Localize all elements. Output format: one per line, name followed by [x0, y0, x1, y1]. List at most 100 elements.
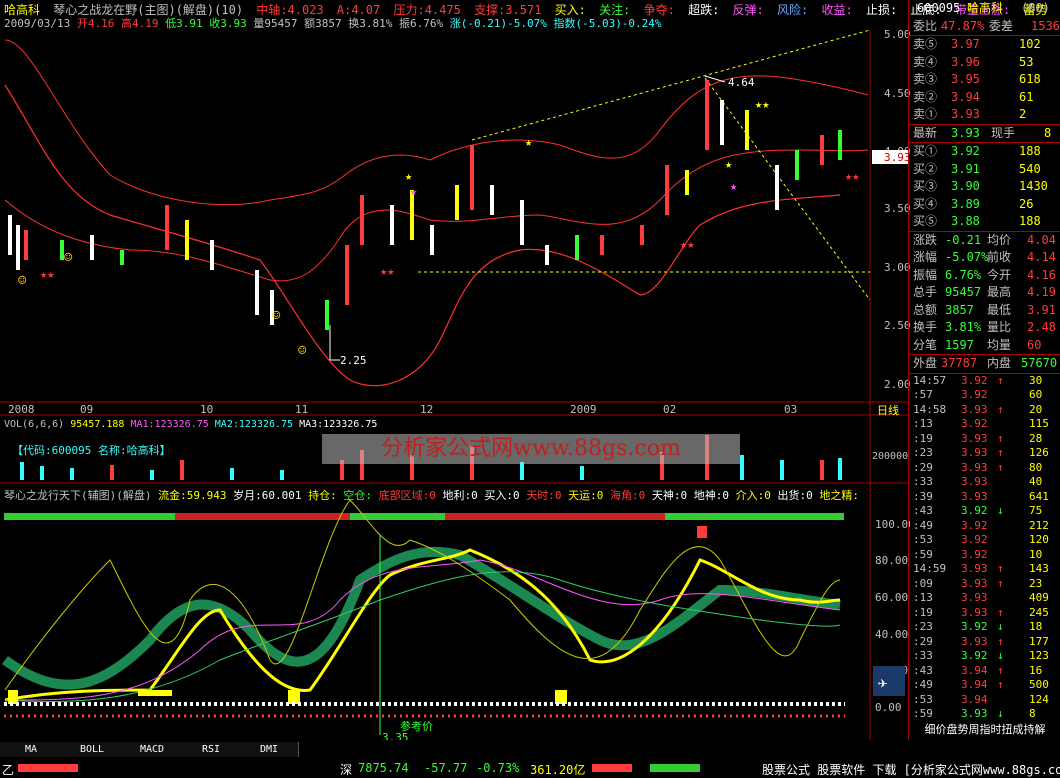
- sub-indicator-name[interactable]: 琴心之龙行天下(辅图)(解盘): [4, 489, 152, 502]
- tick-row[interactable]: 14:59 3.93 ↑ 143: [909, 562, 1060, 577]
- tab-dmi[interactable]: DMI: [240, 742, 299, 757]
- candle[interactable]: [90, 235, 94, 260]
- tick-row[interactable]: :23 3.92 ↓ 18: [909, 620, 1060, 635]
- chart-area[interactable]: ★ ★ ★ ★★ ★ ★ ★★ ★★ ★★ ★★ ☺ ☺ ☺ ☺ 4.64 2.…: [0, 0, 1047, 740]
- tick-time: :49: [913, 518, 933, 532]
- candle[interactable]: [720, 100, 724, 145]
- candle[interactable]: [120, 250, 124, 265]
- tick-row[interactable]: 14:58 3.93 ↑ 20: [909, 403, 1060, 418]
- ask-book: 卖⑤ 3.97 102 卖④ 3.96 53 卖③ 3.95 618 卖② 3.94 61 卖① 3.93…: [909, 36, 1060, 125]
- candle[interactable]: [345, 245, 349, 305]
- high-point-label: 4.64: [728, 76, 755, 89]
- price-axis: 5.00 4.50 4.00 3.50 3.00 2.50 2.00: [884, 28, 910, 391]
- candle[interactable]: [795, 150, 799, 180]
- candle[interactable]: [470, 145, 474, 210]
- tick-list[interactable]: 14:57 3.92 ↑ 30:57 3.92 60 14:58 3.93 ↑ 20:13 3.92…: [909, 374, 1060, 722]
- tick-volume: 60: [1029, 388, 1043, 401]
- ask-row: 卖① 3.93 2: [909, 106, 1060, 124]
- status-unit: 乙: [2, 763, 15, 777]
- tick-row[interactable]: :13 3.93 409: [909, 591, 1060, 606]
- candle[interactable]: [545, 245, 549, 265]
- candle[interactable]: [16, 225, 20, 270]
- candle[interactable]: [775, 165, 779, 210]
- tick-row[interactable]: :33 3.92 ↓ 123: [909, 649, 1060, 664]
- tick-volume: 409: [1029, 591, 1049, 604]
- candle[interactable]: [325, 300, 329, 330]
- outer-label: 外盘: [913, 356, 938, 370]
- tick-row[interactable]: :43 3.92 ↓ 75: [909, 504, 1060, 519]
- quote-bottom-tabs[interactable]: 细价盘势周指时扭成持解: [909, 721, 1060, 739]
- candle[interactable]: [8, 215, 12, 255]
- candle[interactable]: [255, 270, 259, 315]
- candle[interactable]: [165, 205, 169, 250]
- bid-label: 买⑤: [913, 214, 938, 228]
- bid-label: 买①: [913, 144, 938, 158]
- candle[interactable]: [430, 225, 434, 255]
- last-label: 最新: [913, 125, 938, 140]
- tick-volume: 245: [1029, 605, 1049, 619]
- tab-boll[interactable]: BOLL: [62, 742, 123, 757]
- tab-ma[interactable]: MA: [0, 742, 63, 757]
- candle[interactable]: [390, 205, 394, 245]
- tab-macd[interactable]: MACD: [122, 742, 183, 757]
- tick-row[interactable]: :29 3.93 ↑ 177: [909, 635, 1060, 650]
- tick-row[interactable]: :29 3.93 ↑ 80: [909, 461, 1060, 476]
- tick-time: :53: [913, 692, 933, 706]
- tick-row[interactable]: 14:57 3.92 ↑ 30: [909, 374, 1060, 389]
- quote-rank: (80): [1021, 1, 1050, 15]
- candle[interactable]: [210, 240, 214, 270]
- status-change: -57.77: [424, 761, 468, 775]
- stat-label: 均量: [987, 337, 1012, 352]
- tick-volume: 126: [1029, 446, 1049, 459]
- tick-row[interactable]: :43 3.94 ↑ 16: [909, 664, 1060, 679]
- candle[interactable]: [685, 170, 689, 195]
- tick-row[interactable]: :19 3.93 ↑ 245: [909, 606, 1060, 621]
- tick-row[interactable]: :19 3.93 ↑ 28: [909, 432, 1060, 447]
- stat-row: 分笔 1597 均量 60: [909, 337, 1060, 355]
- risk-label: 风险:: [777, 3, 809, 17]
- tick-price: 3.93: [961, 576, 988, 590]
- candle[interactable]: [185, 220, 189, 260]
- candle[interactable]: [600, 235, 604, 255]
- stat-label: 量比: [987, 320, 1012, 334]
- candles[interactable]: [8, 80, 842, 330]
- candle[interactable]: [455, 185, 459, 220]
- tick-row[interactable]: :59 3.93 ↓ 8: [909, 707, 1060, 722]
- candle[interactable]: [24, 230, 28, 260]
- candle[interactable]: [490, 185, 494, 215]
- star-marker: ★: [725, 157, 732, 171]
- bottom-signal: [555, 690, 567, 704]
- candle[interactable]: [665, 165, 669, 215]
- candle[interactable]: [640, 225, 644, 245]
- tick-row[interactable]: :49 3.94 ↑ 500: [909, 678, 1060, 693]
- stat-value: 95457: [945, 285, 982, 299]
- candle[interactable]: [838, 130, 842, 160]
- time-axis-label: 09: [80, 403, 93, 416]
- tick-row[interactable]: :49 3.92 212: [909, 519, 1060, 534]
- volume-title[interactable]: VOL(6,6,6): [4, 419, 64, 430]
- status-ad[interactable]: 股票公式 股票软件 下载 [分析家公式网www.88gs.com]: [762, 761, 1060, 778]
- tick-row[interactable]: :39 3.93 641: [909, 490, 1060, 505]
- daily-period-label: 日线: [877, 403, 899, 417]
- candle[interactable]: [745, 110, 749, 150]
- chart-canvas[interactable]: ★ ★ ★ ★★ ★ ★ ★★ ★★ ★★ ★★ ☺ ☺ ☺ ☺ 4.64 2.…: [0, 0, 910, 740]
- tick-row[interactable]: :53 3.94 124: [909, 693, 1060, 708]
- stat-value: 4.16: [1027, 267, 1056, 282]
- candle[interactable]: [820, 135, 824, 165]
- tick-row[interactable]: :23 3.93 ↑ 126: [909, 446, 1060, 461]
- tick-row[interactable]: :13 3.92 115: [909, 417, 1060, 432]
- tick-row[interactable]: :53 3.92 120: [909, 533, 1060, 548]
- status-bar-red-2: [592, 764, 632, 772]
- tick-row[interactable]: :59 3.92 10: [909, 548, 1060, 563]
- candle[interactable]: [360, 195, 364, 245]
- tick-row[interactable]: :09 3.93 ↑ 23: [909, 577, 1060, 592]
- time-axis-label: 10: [200, 403, 213, 416]
- tick-row[interactable]: :57 3.92 60: [909, 388, 1060, 403]
- tick-row[interactable]: :33 3.93 40: [909, 475, 1060, 490]
- tab-rsi[interactable]: RSI: [182, 742, 241, 757]
- candle[interactable]: [575, 235, 579, 260]
- tick-volume: 123: [1029, 649, 1049, 662]
- stat-row: 涨幅 -5.07% 前收 4.14: [909, 249, 1060, 267]
- candle[interactable]: [520, 200, 524, 245]
- candle[interactable]: [705, 80, 709, 150]
